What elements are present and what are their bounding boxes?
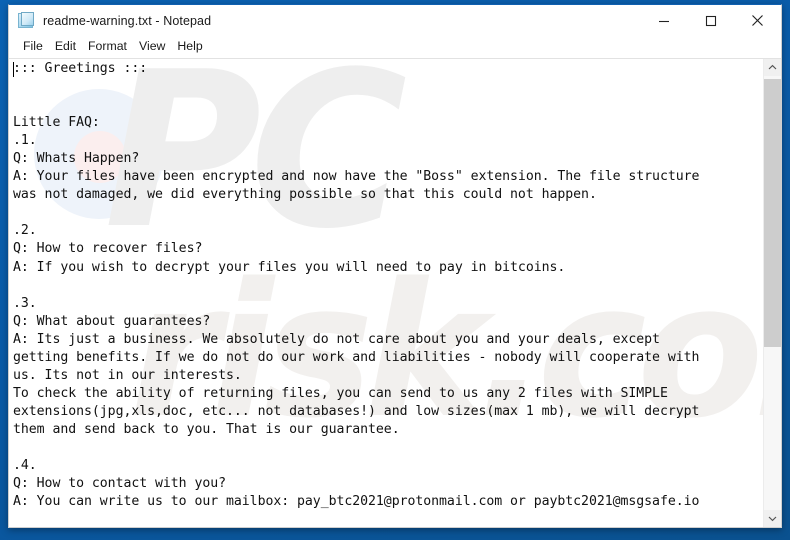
menu-item-file[interactable]: File — [17, 38, 49, 55]
text-editor[interactable]: PC risk.com ::: Greetings ::: Little FAQ… — [9, 59, 763, 527]
menu-item-view[interactable]: View — [133, 38, 171, 55]
notepad-window: readme-warning.txt - Notepad File Edit F… — [8, 4, 782, 528]
titlebar-left-group: readme-warning.txt - Notepad — [9, 12, 640, 29]
close-button[interactable] — [734, 5, 781, 36]
notepad-document-icon — [18, 12, 35, 29]
maximize-button[interactable] — [687, 5, 734, 36]
ransom-note-text: ::: Greetings ::: Little FAQ: .1. Q: Wha… — [13, 61, 700, 510]
scrollbar-track[interactable] — [764, 76, 781, 510]
scroll-down-button[interactable] — [764, 510, 781, 527]
scrollbar-thumb[interactable] — [764, 79, 781, 347]
window-titlebar[interactable]: readme-warning.txt - Notepad — [9, 5, 781, 36]
vertical-scrollbar[interactable] — [763, 59, 781, 527]
menu-item-edit[interactable]: Edit — [49, 38, 82, 55]
menu-item-format[interactable]: Format — [82, 38, 133, 55]
desktop-background: readme-warning.txt - Notepad File Edit F… — [0, 0, 790, 540]
editor-area: PC risk.com ::: Greetings ::: Little FAQ… — [9, 58, 781, 527]
menu-bar: File Edit Format View Help — [9, 36, 781, 58]
scroll-up-button[interactable] — [764, 59, 781, 76]
window-controls — [640, 5, 781, 36]
window-title: readme-warning.txt - Notepad — [43, 13, 212, 28]
minimize-button[interactable] — [640, 5, 687, 36]
menu-item-help[interactable]: Help — [171, 38, 208, 55]
